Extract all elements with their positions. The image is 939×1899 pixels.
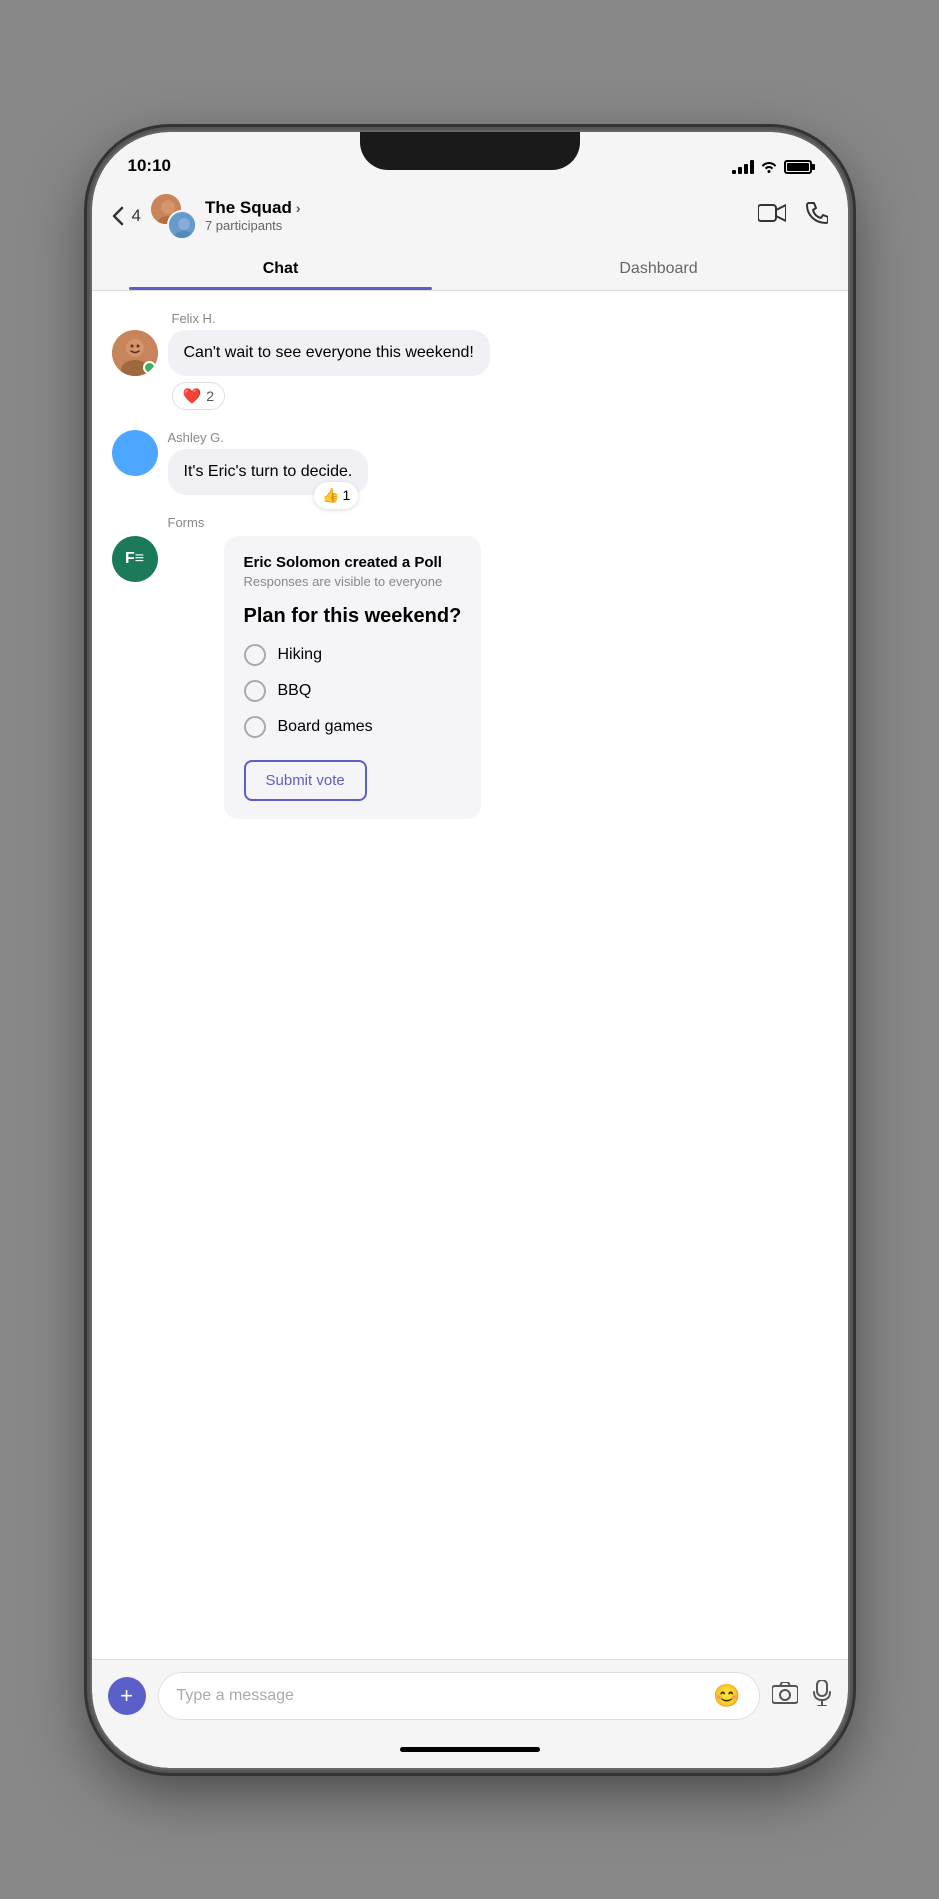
tab-chat[interactable]: Chat — [92, 248, 470, 290]
message-group-poll: Forms F≡ Eric Solomon created a Poll Res… — [112, 515, 828, 819]
thumbs-emoji: 👍 — [322, 486, 339, 506]
emoji-button[interactable]: 😊 — [713, 1683, 740, 1709]
reaction-count: 2 — [206, 388, 214, 404]
add-attachment-button[interactable]: + — [108, 1677, 146, 1715]
home-bar — [400, 1747, 540, 1752]
input-placeholder: Type a message — [177, 1687, 294, 1705]
status-time: 10:10 — [128, 156, 171, 176]
back-button[interactable] — [112, 206, 124, 226]
battery-icon — [784, 160, 812, 174]
poll-option-3: Board games — [244, 716, 462, 738]
radio-hiking[interactable] — [244, 644, 266, 666]
online-indicator — [143, 361, 156, 374]
participants-count: 7 participants — [205, 218, 301, 233]
header-actions — [758, 202, 828, 230]
video-call-button[interactable] — [758, 203, 786, 229]
poll-question: Plan for this weekend? — [244, 605, 462, 628]
avatar-felix — [112, 330, 158, 376]
group-name[interactable]: The Squad › — [205, 198, 301, 218]
poll-card: Eric Solomon created a Poll Responses ar… — [224, 536, 482, 819]
home-indicator — [92, 1732, 848, 1768]
poll-option-1: Hiking — [244, 644, 462, 666]
group-info: The Squad › 7 participants — [205, 198, 301, 233]
tab-dashboard[interactable]: Dashboard — [470, 248, 848, 290]
forms-label: Forms — [168, 515, 828, 530]
poll-subtitle: Responses are visible to everyone — [244, 574, 462, 589]
input-actions — [772, 1680, 832, 1712]
radio-bbq[interactable] — [244, 680, 266, 702]
reaction-ashley[interactable]: 👍 1 — [314, 482, 358, 510]
thumbs-count: 1 — [343, 486, 351, 506]
message-row-felix: Can't wait to see everyone this weekend! — [112, 330, 828, 376]
avatar-2 — [167, 210, 197, 240]
chat-area: Felix H. — [92, 291, 848, 1659]
reaction-felix[interactable]: ❤️ 2 — [172, 382, 225, 410]
message-bubble-ashley: It's Eric's turn to decide. 👍 1 — [168, 449, 369, 495]
wifi-icon — [760, 159, 778, 176]
camera-button[interactable] — [772, 1682, 798, 1710]
chat-header: 4 — [92, 184, 848, 240]
microphone-button[interactable] — [812, 1680, 832, 1712]
back-count: 4 — [132, 206, 141, 226]
signal-icon — [732, 160, 754, 174]
tab-bar: Chat Dashboard — [92, 248, 848, 290]
forms-row: F≡ Eric Solomon created a Poll Responses… — [112, 536, 828, 819]
sender-name-ashley: Ashley G. — [168, 430, 369, 445]
group-avatar[interactable] — [149, 192, 197, 240]
message-group-felix: Felix H. — [112, 311, 828, 410]
sender-name-felix: Felix H. — [172, 311, 828, 326]
phone-call-button[interactable] — [806, 202, 828, 230]
poll-option-2: BBQ — [244, 680, 462, 702]
input-bar: + Type a message 😊 — [92, 1659, 848, 1732]
avatar-ashley — [112, 430, 158, 476]
radio-board-games[interactable] — [244, 716, 266, 738]
message-bubble-felix: Can't wait to see everyone this weekend! — [168, 330, 490, 376]
poll-creator: Eric Solomon created a Poll — [244, 554, 462, 571]
header-left: 4 — [112, 192, 301, 240]
reaction-emoji: ❤️ — [183, 387, 202, 405]
avatar-forms: F≡ — [112, 536, 158, 582]
submit-vote-button[interactable]: Submit vote — [244, 760, 367, 801]
message-input[interactable]: Type a message 😊 — [158, 1672, 760, 1720]
status-icons — [732, 159, 812, 176]
message-group-ashley: Ashley G. It's Eric's turn to decide. 👍 … — [112, 430, 828, 495]
